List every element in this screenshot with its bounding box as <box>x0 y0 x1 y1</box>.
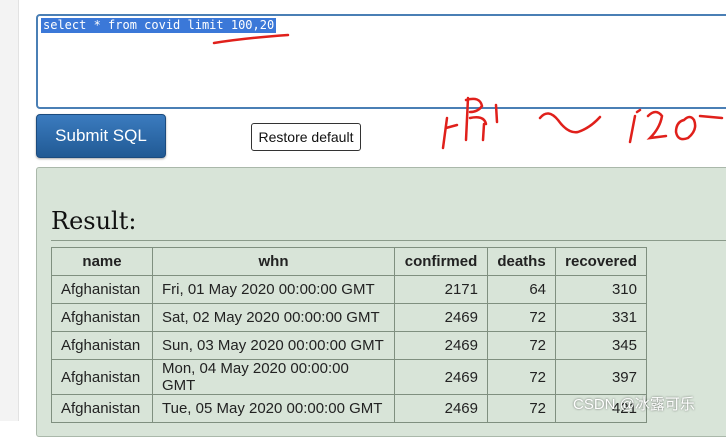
cell-whn: Fri, 01 May 2020 00:00:00 GMT <box>152 275 395 304</box>
table-row: Afghanistan Sat, 02 May 2020 00:00:00 GM… <box>51 303 647 332</box>
sql-query-text[interactable]: select * from covid limit 100,20 <box>41 18 277 33</box>
cell-whn: Mon, 04 May 2020 00:00:00 GMT <box>152 359 395 395</box>
cell-whn: Sat, 02 May 2020 00:00:00 GMT <box>152 303 395 332</box>
annotation-stroke-1 <box>441 116 459 150</box>
cell-deaths: 72 <box>487 303 556 332</box>
column-header-confirmed: confirmed <box>394 247 488 276</box>
cell-recovered: 345 <box>555 331 647 360</box>
cell-deaths: 64 <box>487 275 556 304</box>
cell-recovered: 331 <box>555 303 647 332</box>
annotation-stroke-6 <box>674 114 724 141</box>
table-row: Afghanistan Mon, 04 May 2020 00:00:00 GM… <box>51 359 647 395</box>
restore-default-button[interactable]: Restore default <box>251 123 361 151</box>
table-header-row: name whn confirmed deaths recovered <box>51 247 647 276</box>
annotation-stroke-5 <box>646 110 668 140</box>
csdn-watermark: CSDN @冰露可乐 <box>573 396 695 413</box>
cell-recovered: 310 <box>555 275 647 304</box>
cell-name: Afghanistan <box>51 331 153 360</box>
cell-confirmed: 2469 <box>394 359 488 395</box>
result-divider <box>51 240 726 241</box>
sql-query-textarea[interactable]: select * from covid limit 100,20 <box>36 14 726 109</box>
cell-confirmed: 2469 <box>394 303 488 332</box>
result-heading: Result: <box>51 207 137 235</box>
cell-deaths: 72 <box>487 394 556 423</box>
cell-whn: Sun, 03 May 2020 00:00:00 GMT <box>152 331 395 360</box>
cell-name: Afghanistan <box>51 394 153 423</box>
column-header-recovered: recovered <box>555 247 647 276</box>
table-row: Afghanistan Sun, 03 May 2020 00:00:00 GM… <box>51 331 647 360</box>
cell-name: Afghanistan <box>51 275 153 304</box>
column-header-name: name <box>51 247 153 276</box>
cell-recovered: 397 <box>555 359 647 395</box>
result-table: name whn confirmed deaths recovered Afgh… <box>51 247 647 423</box>
column-header-whn: whn <box>152 247 395 276</box>
table-row: Afghanistan Tue, 05 May 2020 00:00:00 GM… <box>51 394 647 423</box>
table-row: Afghanistan Fri, 01 May 2020 00:00:00 GM… <box>51 275 647 304</box>
cell-confirmed: 2171 <box>394 275 488 304</box>
cell-confirmed: 2469 <box>394 394 488 423</box>
annotation-stroke-4 <box>628 108 642 144</box>
annotation-tilde-stroke <box>538 112 602 134</box>
page-left-gutter <box>0 0 19 421</box>
cell-name: Afghanistan <box>51 303 153 332</box>
column-header-deaths: deaths <box>487 247 556 276</box>
cell-confirmed: 2469 <box>394 331 488 360</box>
submit-sql-button[interactable]: Submit SQL <box>36 114 166 158</box>
cell-deaths: 72 <box>487 359 556 395</box>
cell-name: Afghanistan <box>51 359 153 395</box>
cell-deaths: 72 <box>487 331 556 360</box>
cell-whn: Tue, 05 May 2020 00:00:00 GMT <box>152 394 395 423</box>
